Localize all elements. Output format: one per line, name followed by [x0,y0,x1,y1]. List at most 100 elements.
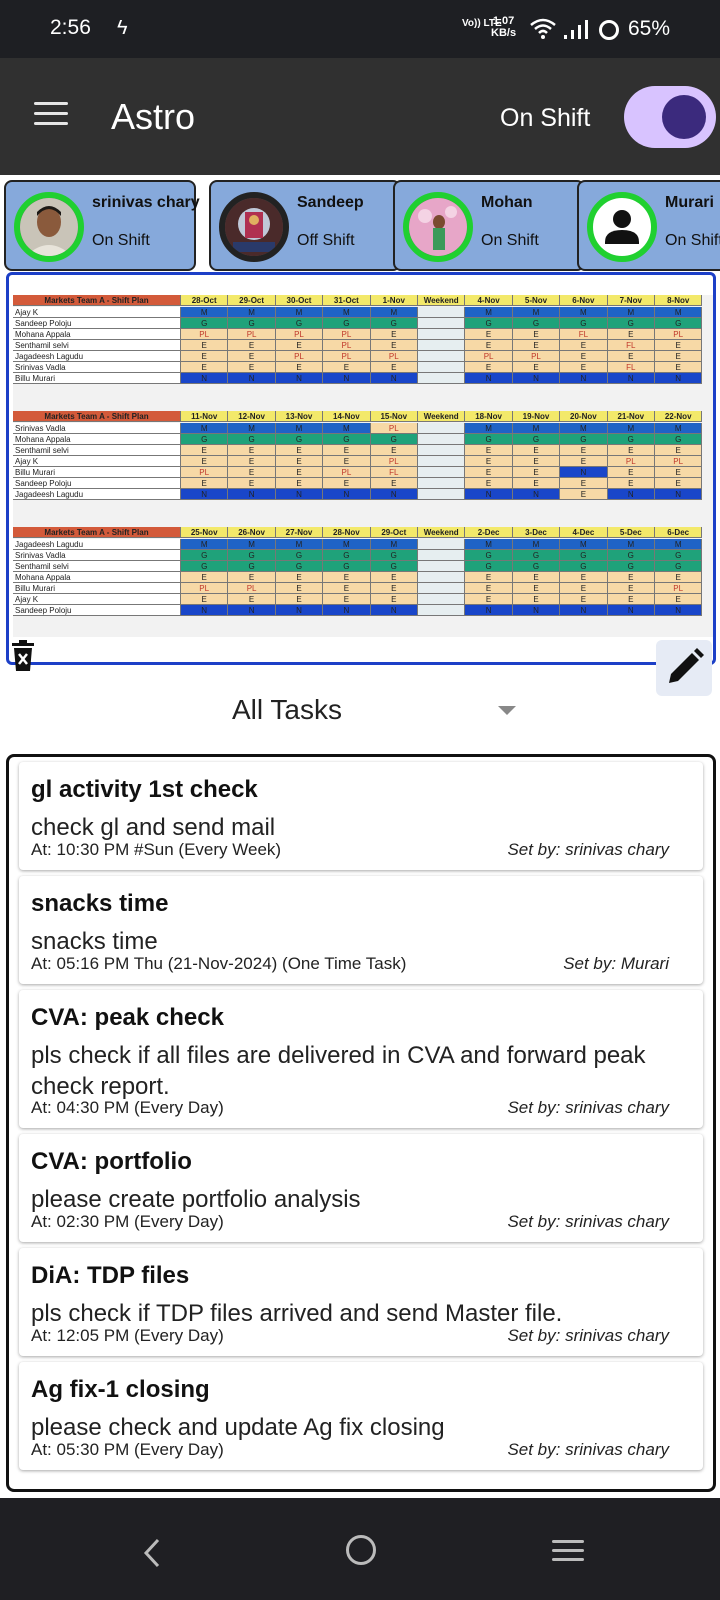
task-card[interactable]: CVA: peak check pls check if all files ar… [19,990,703,1128]
shift-plan-cell [418,489,466,500]
shift-plan-row: Sandeep Poloju E E E E E E E E E E [13,478,713,489]
shift-plan-cell: PL [370,456,418,467]
shift-plan-cell: N [560,605,608,616]
shift-plan-cell: E [181,594,229,605]
battery-percent: 65% [628,17,671,40]
member-card[interactable]: Murari On Shift [577,180,720,271]
shift-plan-date: 14-Nov [323,411,371,422]
shift-plan-cell: G [607,318,655,329]
shift-plan-cell: M [560,539,608,550]
shift-plan-cell: E [560,572,608,583]
shift-plan-cell: N [323,489,371,500]
shift-label: On Shift [500,104,591,132]
task-card[interactable]: CVA: portfolio please create portfolio an… [19,1134,703,1242]
shift-plan-cell: PL [512,351,561,362]
shift-plan-cell: M [228,307,276,318]
schedule-image[interactable]: Markets Team A - Shift Plan 28-Oct 29-Oct 3… [6,272,716,665]
shift-plan-cell [418,445,466,456]
shift-plan-cell: E [560,445,608,456]
member-card[interactable]: srinivas chary On Shift [4,180,200,271]
task-card[interactable]: gl activity 1st check check gl and send m… [19,762,703,870]
shift-plan-row: Billu Murari PL E E PL FL E E N E E [13,467,713,478]
shift-plan-cell: G [560,318,608,329]
task-filter-dropdown[interactable]: All Tasks [220,690,520,730]
shift-plan-cell: G [465,550,513,561]
shift-plan-cell: G [370,561,418,572]
shift-plan-cell: PL [323,467,371,478]
avatar [219,192,289,262]
shift-plan-cell: E [560,489,608,500]
shift-plan-cell: E [465,362,513,373]
back-icon[interactable] [142,1538,162,1568]
shift-plan-cell: M [181,423,229,434]
shift-plan-cell: E [275,478,324,489]
shift-plan-member-name: Billu Murari [13,467,181,478]
shift-plan-cell: E [228,351,276,362]
shift-plan-cell [418,318,466,329]
shift-plan-cell: FL [370,467,418,478]
shift-plan-cell: E [655,572,703,583]
members-row[interactable]: srinivas chary On Shift Sandeep Off Shif… [0,175,720,271]
shift-plan-member-name: Mohana Appala [13,434,181,445]
shift-plan-cell: G [560,434,608,445]
shift-plan-cell: FL [607,362,655,373]
shift-plan-cell: G [228,318,276,329]
shift-plan-cell: FL [607,340,655,351]
shift-plan-cell: N [607,605,655,616]
shift-plan-cell: E [275,467,324,478]
shift-plan-cell: G [275,550,324,561]
signal-icon [564,20,588,39]
menu-icon[interactable] [34,102,68,126]
task-card[interactable]: snacks time snacks time At: 05:16 PM Thu (… [19,876,703,984]
task-set-by: Set by: srinivas chary [507,1212,669,1231]
shift-plan-cell: PL [181,583,229,594]
task-card[interactable]: Ag fix-1 closing please check and update … [19,1362,703,1470]
shift-plan-cell: G [655,318,703,329]
task-card[interactable]: DiA: TDP files pls check if TDP files arr… [19,1248,703,1356]
task-set-by: Set by: srinivas chary [507,1326,669,1345]
shift-plan-cell: N [370,373,418,384]
shift-plan-cell: N [275,489,324,500]
shift-plan-date: Weekend [418,527,466,538]
shift-plan-member-name: Srinivas Vadla [13,362,181,373]
shift-plan-cell: G [512,318,561,329]
shift-plan-date: 13-Nov [275,411,324,422]
home-icon[interactable] [346,1535,376,1565]
network-speed-unit: KB/s [491,27,517,39]
shift-plan-cell: G [228,561,276,572]
task-title: DiA: TDP files [31,1262,190,1289]
pencil-icon[interactable] [656,640,712,696]
shift-plan-cell: E [655,467,703,478]
shift-plan-cell: E [370,594,418,605]
shift-plan-cell: N [370,605,418,616]
member-name: srinivas chary [92,194,200,211]
wifi-icon [530,18,556,39]
task-list-container[interactable]: gl activity 1st check check gl and send m… [6,754,716,1492]
shift-plan-cell: M [275,307,324,318]
shift-plan-cell: N [512,489,561,500]
shift-plan-cell: G [228,550,276,561]
app-root: 2:56 ϟ Vo)) LTE 1.07 KB/s 65% Astro On S… [0,0,720,1600]
member-card[interactable]: Sandeep Off Shift [209,180,401,271]
shift-plan-date: 8-Nov [655,295,703,306]
member-card[interactable]: Mohan On Shift [393,180,585,271]
shift-plan-cell: G [323,561,371,572]
trash-icon[interactable] [10,640,36,672]
shift-plan-cell: PL [228,329,276,340]
shift-plan-cell: G [512,434,561,445]
shift-plan-cell: E [275,456,324,467]
shift-plan-cell: E [465,329,513,340]
shift-plan-cell [418,373,466,384]
shift-plan-cell: M [228,539,276,550]
shift-plan-row: Senthamil selvi E E E PL E E E E FL E [13,340,713,351]
shift-plan-cell: N [323,373,371,384]
shift-plan-cell: E [370,478,418,489]
recents-icon[interactable] [552,1540,584,1562]
shift-plan-cell [418,561,466,572]
shift-plan-cell: E [512,362,561,373]
shift-plan-cell: N [512,605,561,616]
task-schedule: At: 04:30 PM (Every Day) [31,1098,224,1117]
shift-plan-cell: E [465,340,513,351]
shift-toggle[interactable] [624,86,716,148]
shift-plan-cell: PL [275,329,324,340]
